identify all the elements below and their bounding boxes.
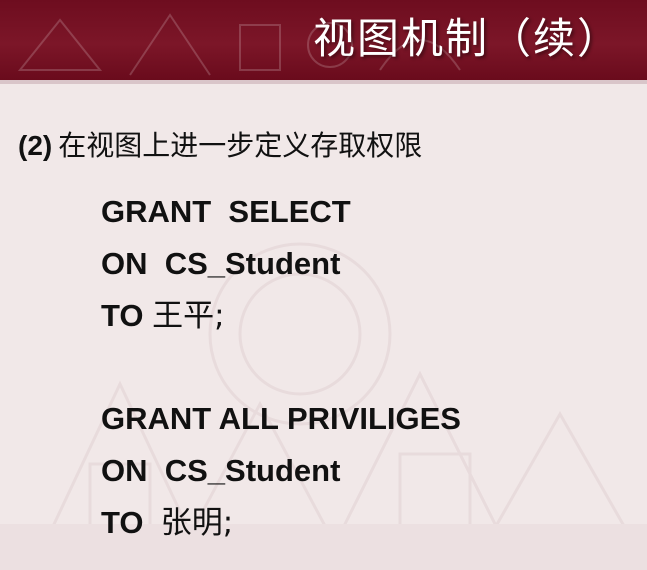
statement-2-to-keyword: TO [101,505,161,540]
slide-body: (2) 在视图上进一步定义存取权限 GRANT SELECT ON CS_Stud… [0,84,647,570]
statement-1-line-1: GRANT SELECT [101,194,351,229]
section-number: (2) [18,130,53,161]
statement-1-to-keyword: TO [101,298,153,333]
slide-header: 视图机制（续） [0,0,647,80]
statement-2-line-1: GRANT ALL PRIVILIGES [101,401,461,436]
statement-1-line-3: TO 王平; [101,296,225,336]
slide-title: 视图机制（续） [312,14,621,63]
statement-2-grantee: 张明; [160,505,234,541]
statement-1-line-2: ON CS_Student [101,246,341,281]
statement-1-grantee: 王平; [152,298,225,334]
statement-2-line-2: ON CS_Student [101,453,341,488]
section-heading: (2) 在视图上进一步定义存取权限 [18,128,422,164]
statement-2-line-3: TO 张明; [101,503,233,543]
section-title: 在视图上进一步定义存取权限 [58,129,423,162]
